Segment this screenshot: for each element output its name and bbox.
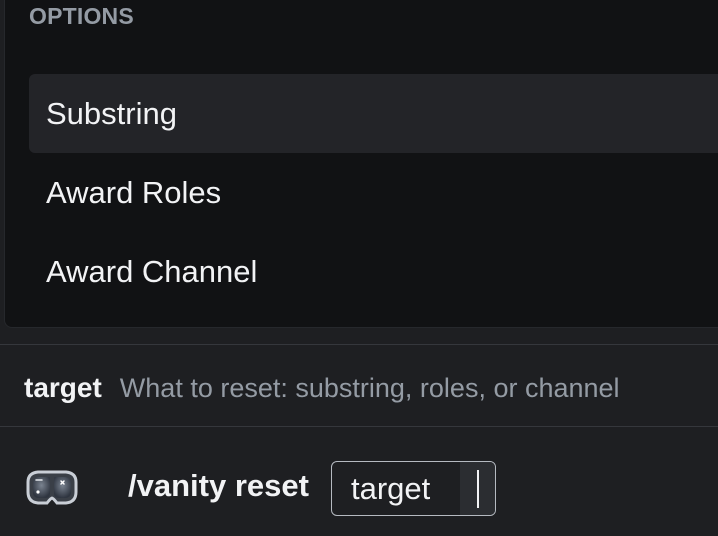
parameter-name: target — [24, 372, 102, 403]
option-chip-label: target — [351, 470, 431, 506]
options-autocomplete-panel: OPTIONS Substring Award Roles Award Chan… — [4, 0, 718, 328]
options-header: OPTIONS — [29, 3, 134, 29]
parameter-hint: target What to reset: substring, roles, … — [24, 368, 620, 408]
option-item-label: Substring — [46, 95, 177, 131]
divider — [0, 344, 718, 345]
command-input-row: /vanity reset target — [0, 428, 718, 536]
option-item-award-channel[interactable]: Award Channel — [29, 232, 718, 311]
option-item-label: Award Channel — [46, 253, 258, 289]
parameter-description: What to reset: substring, roles, or chan… — [119, 372, 620, 403]
option-item-substring[interactable]: Substring — [29, 74, 718, 153]
option-chip-target[interactable]: target — [331, 461, 496, 516]
text-caret — [477, 470, 479, 508]
command-name: /vanity reset — [128, 468, 309, 503]
diving-mask-icon — [24, 468, 80, 508]
option-item-award-roles[interactable]: Award Roles — [29, 153, 718, 232]
divider — [0, 426, 718, 427]
option-item-label: Award Roles — [46, 174, 222, 210]
